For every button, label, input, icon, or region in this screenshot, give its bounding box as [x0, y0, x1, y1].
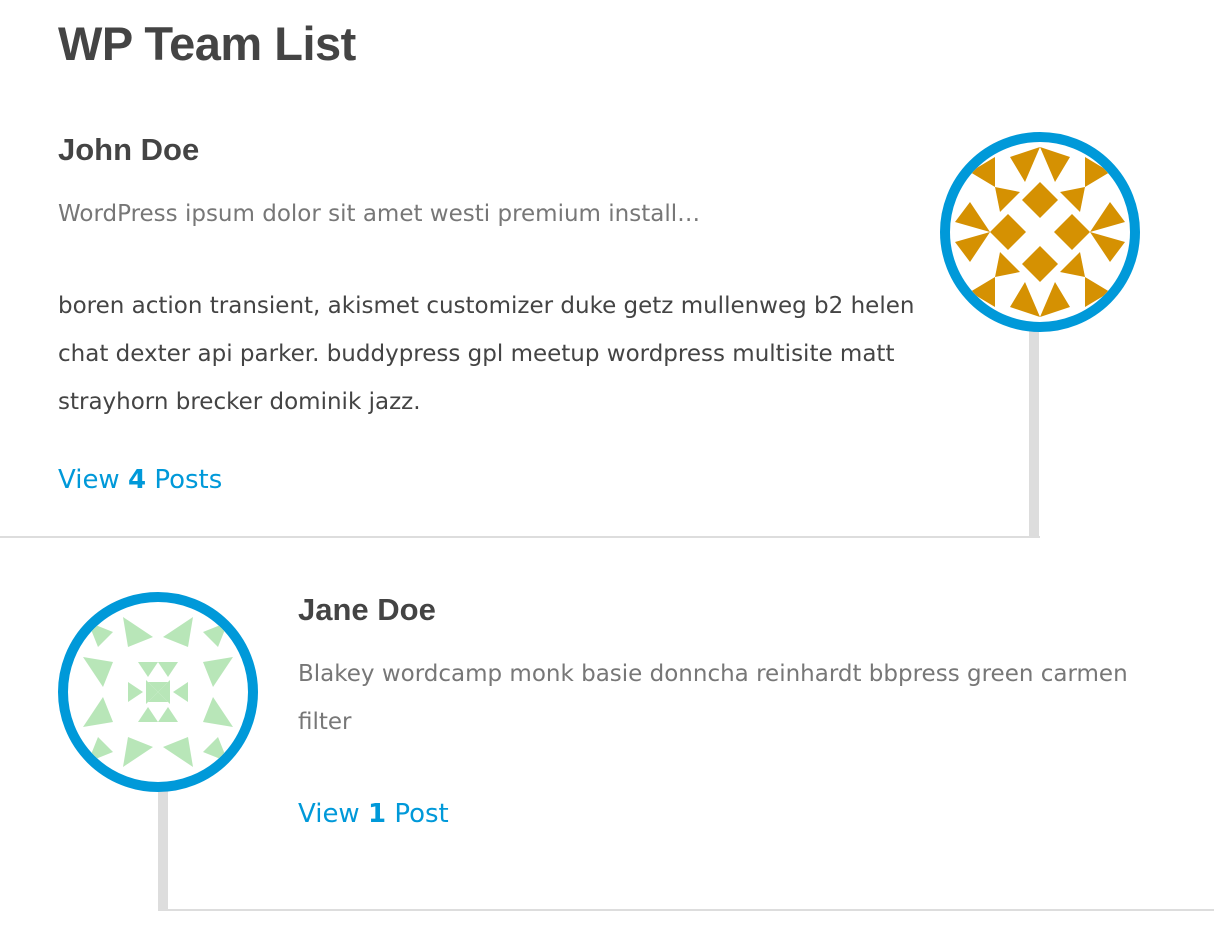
member-intro: WordPress ipsum dolor sit amet westi pre… — [58, 201, 701, 227]
view-posts-suffix: Post — [394, 799, 449, 829]
identicon-avatar-icon — [955, 147, 1125, 317]
avatar-connector-line — [1029, 325, 1039, 537]
view-posts-suffix: Posts — [154, 465, 223, 495]
member-intro: Blakey wordcamp monk basie donncha reinh… — [298, 661, 1128, 735]
member-avatar-john-doe — [940, 132, 1140, 332]
identicon-avatar-icon — [83, 617, 233, 767]
post-count: 4 — [127, 465, 147, 495]
view-posts-prefix: View — [58, 465, 120, 495]
page-title: WP Team List — [58, 17, 356, 70]
member-bio: boren action transient, akismet customiz… — [58, 293, 915, 415]
member-avatar-jane-doe — [58, 592, 258, 792]
member-name: Jane Doe — [298, 592, 436, 627]
member-divider — [160, 909, 1214, 911]
member-divider — [0, 536, 1040, 538]
view-posts-link[interactable]: View 4 Posts — [58, 460, 222, 500]
view-posts-prefix: View — [298, 799, 360, 829]
view-posts-link[interactable]: View 1 Post — [298, 794, 449, 834]
member-name: John Doe — [58, 132, 200, 167]
avatar-connector-line — [158, 785, 168, 911]
post-count: 1 — [367, 799, 387, 829]
